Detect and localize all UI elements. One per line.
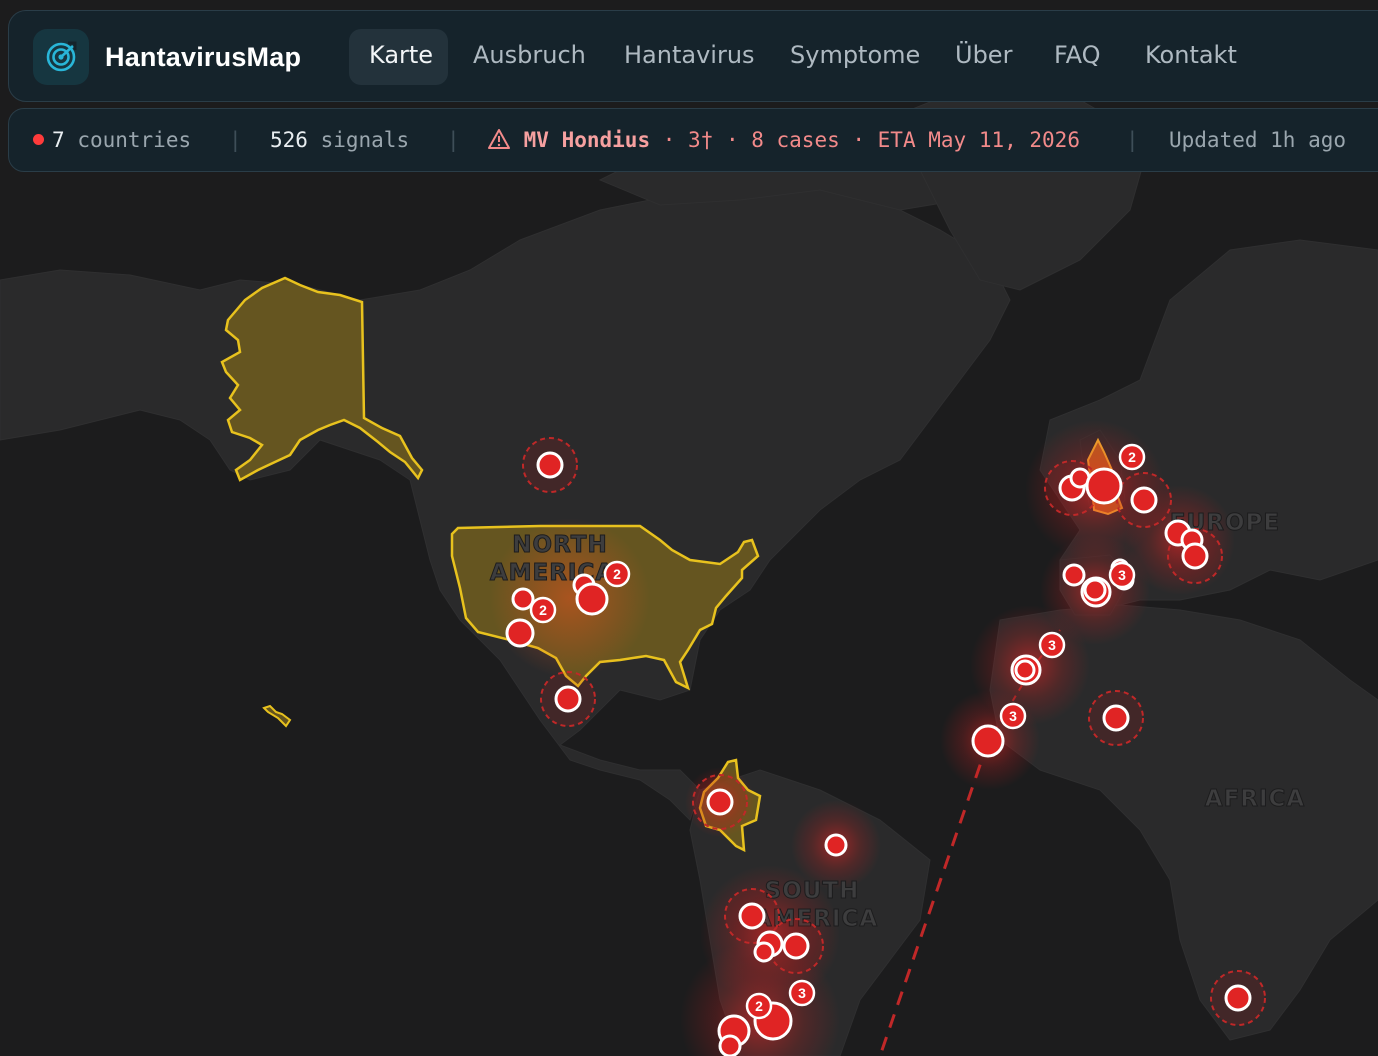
- label-africa: AFRICA: [1205, 786, 1305, 812]
- cluster-count-badge[interactable]: 3: [999, 702, 1027, 730]
- outbreak-marker[interactable]: [1085, 467, 1123, 505]
- label-north-america-2: AMERICA: [490, 560, 614, 586]
- warning-triangle-icon: [488, 129, 510, 149]
- outbreak-marker[interactable]: [575, 582, 609, 616]
- outbreak-marker[interactable]: [718, 1034, 742, 1056]
- cluster-count-badge[interactable]: 2: [1118, 443, 1146, 471]
- outbreak-marker[interactable]: [1224, 984, 1252, 1012]
- updated-time: Updated 1h ago: [1169, 128, 1347, 152]
- status-bar: 7 countries | 526 signals | MV Hondius ·…: [8, 108, 1378, 172]
- signals-stat: 526 signals: [270, 128, 409, 152]
- cluster-count-badge[interactable]: 2: [745, 992, 773, 1020]
- cluster-count: 2: [613, 566, 621, 582]
- cluster-count: 2: [539, 602, 547, 618]
- live-dot-icon: [33, 134, 44, 145]
- cluster-count: 3: [1048, 637, 1056, 653]
- cluster-count-badge[interactable]: 2: [603, 560, 631, 588]
- outbreak-marker[interactable]: [706, 788, 734, 816]
- cluster-count-badge[interactable]: 3: [1038, 631, 1066, 659]
- outbreak-marker[interactable]: [753, 941, 775, 963]
- cluster-count: 2: [1128, 449, 1136, 465]
- nav-faq[interactable]: FAQ: [1054, 41, 1101, 69]
- outbreak-marker[interactable]: [1083, 578, 1107, 602]
- nav-kontakt[interactable]: Kontakt: [1145, 41, 1237, 69]
- outbreak-marker[interactable]: [971, 724, 1005, 758]
- nav-ausbruch[interactable]: Ausbruch: [473, 41, 586, 69]
- outbreak-marker[interactable]: [536, 451, 564, 479]
- outbreak-marker[interactable]: [782, 932, 810, 960]
- ship-details: · 3† · 8 cases · ETA May 11, 2026: [650, 128, 1080, 152]
- separator: |: [229, 128, 242, 152]
- separator: |: [447, 128, 460, 152]
- logo[interactable]: [33, 29, 89, 85]
- cluster-count-badge[interactable]: 3: [788, 979, 816, 1007]
- nav-ueber[interactable]: Über: [955, 41, 1012, 69]
- signals-label: signals: [320, 128, 410, 152]
- ship-alert[interactable]: MV Hondius · 3† · 8 cases · ETA May 11, …: [487, 128, 1080, 152]
- outbreak-marker[interactable]: [1014, 659, 1036, 681]
- outbreak-marker[interactable]: [1062, 563, 1086, 587]
- cluster-count: 2: [755, 998, 763, 1014]
- nav-symptome[interactable]: Symptome: [790, 41, 920, 69]
- brand-name[interactable]: HantavirusMap: [105, 42, 301, 73]
- top-navigation: HantavirusMap Karte Ausbruch Hantavirus …: [8, 10, 1378, 102]
- outbreak-marker[interactable]: [554, 685, 582, 713]
- separator: |: [1126, 128, 1139, 152]
- countries-stat: 7 countries: [33, 128, 191, 152]
- outbreak-marker[interactable]: [505, 618, 535, 648]
- outbreak-marker[interactable]: [1181, 542, 1209, 570]
- outbreak-marker[interactable]: [824, 833, 848, 857]
- outbreak-marker[interactable]: [1102, 704, 1130, 732]
- outbreak-marker[interactable]: [738, 902, 766, 930]
- cluster-count: 3: [798, 985, 806, 1001]
- signals-count: 526: [270, 128, 308, 152]
- cluster-count: 3: [1118, 567, 1126, 583]
- nav-karte[interactable]: Karte: [369, 41, 433, 69]
- countries-count: 7: [52, 128, 65, 152]
- outbreak-marker[interactable]: [1130, 486, 1158, 514]
- cluster-count-badge[interactable]: 2: [529, 596, 557, 624]
- nav-hantavirus[interactable]: Hantavirus: [624, 41, 755, 69]
- cluster-count: 3: [1009, 708, 1017, 724]
- radar-icon: [46, 41, 77, 72]
- cluster-count-badge[interactable]: 3: [1108, 561, 1136, 589]
- countries-label: countries: [77, 128, 192, 152]
- label-north-america-1: NORTH: [512, 532, 607, 558]
- label-south-america-1: SOUTH: [765, 878, 860, 904]
- ship-name: MV Hondius: [523, 128, 651, 152]
- outbreak-marker[interactable]: [511, 587, 535, 611]
